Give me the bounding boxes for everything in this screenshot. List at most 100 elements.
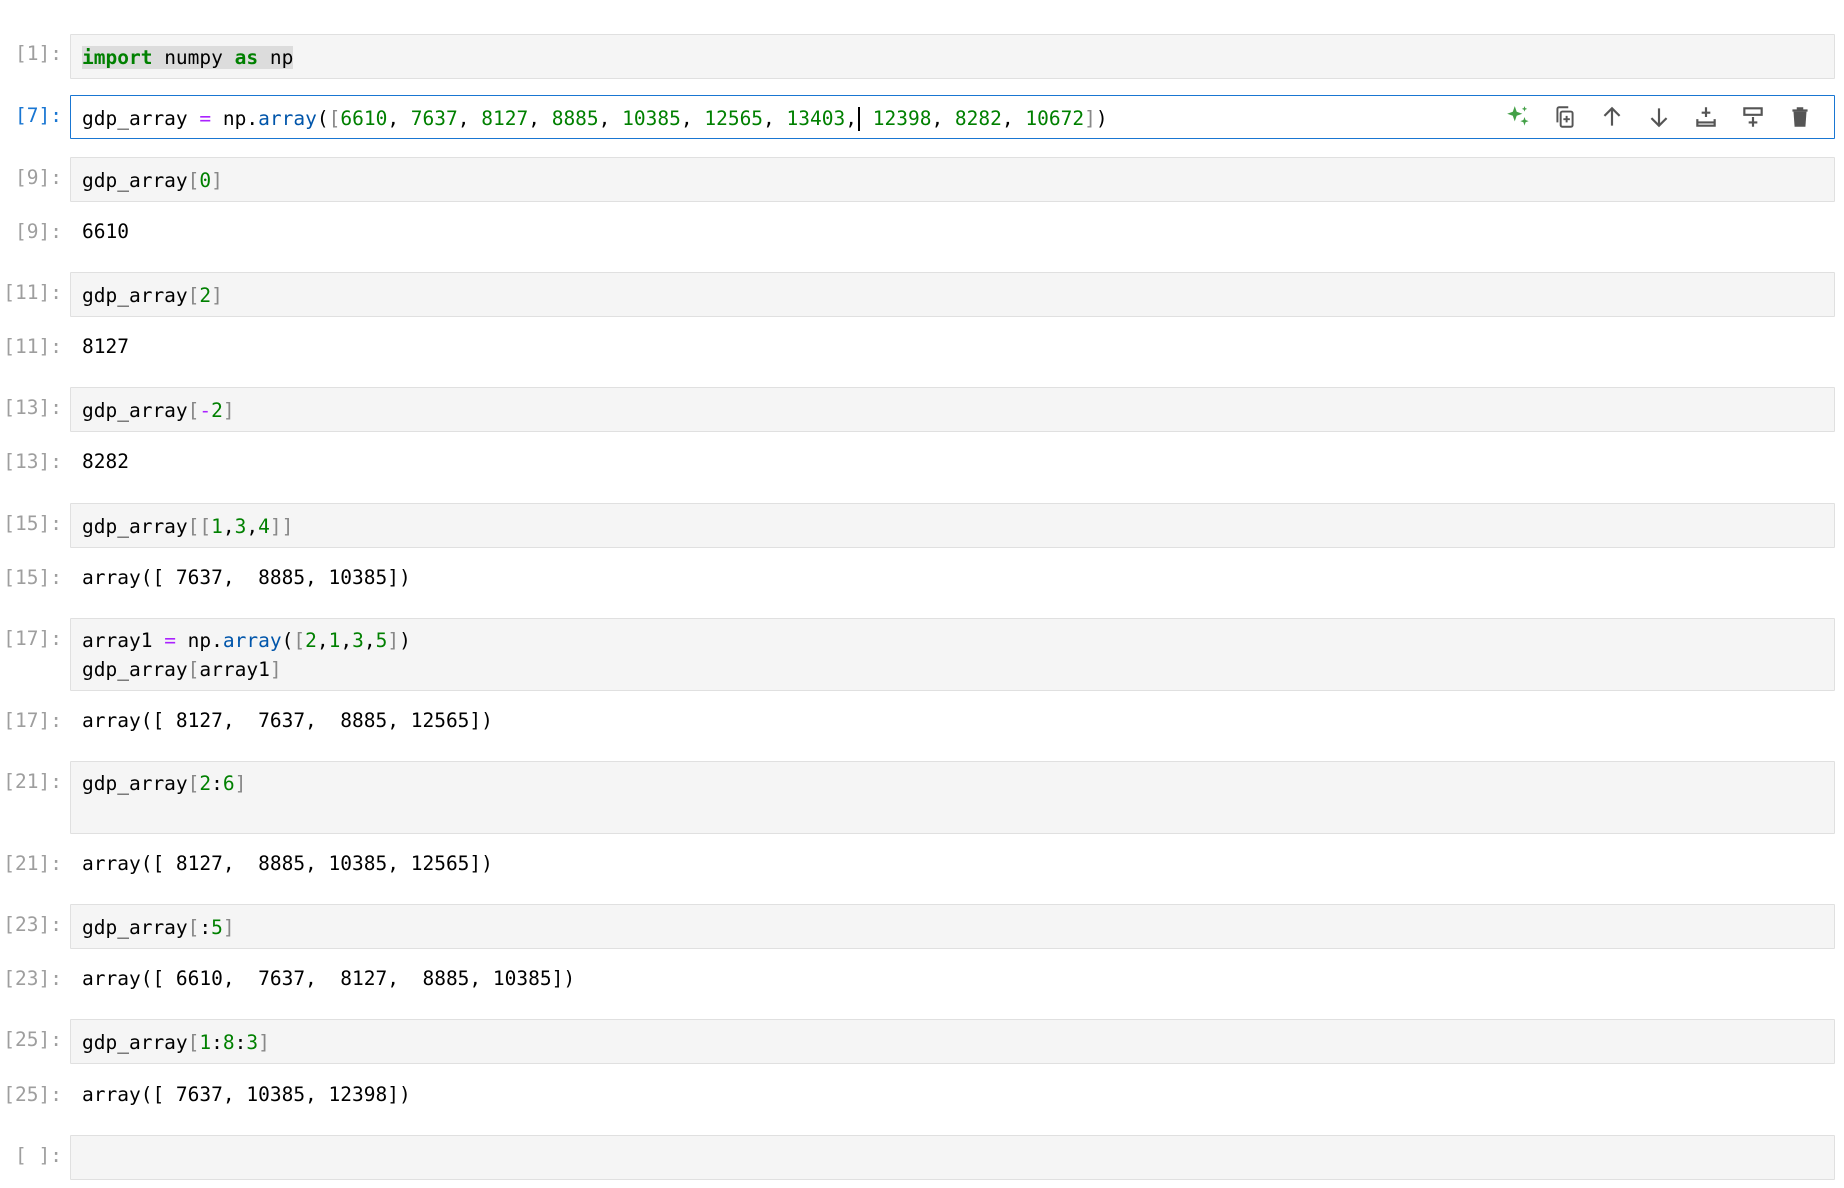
code-token: ] [1084, 106, 1096, 130]
code-input[interactable]: gdp_array[0] [70, 157, 1835, 202]
code-line: gdp_array[-2] [82, 396, 1834, 425]
code-token: , [528, 106, 552, 130]
code-token: [ [328, 106, 341, 130]
code-token: , [680, 106, 705, 130]
move-up-button[interactable] [1595, 101, 1628, 134]
code-token: , [457, 106, 482, 130]
code-token: , [363, 629, 376, 652]
code-token: ( [316, 106, 329, 130]
output-prompt: [25]: [3, 1083, 62, 1106]
delete-cell-icon [1787, 104, 1813, 130]
code-line: gdp_array[0] [82, 166, 1834, 195]
code-token: np [258, 46, 294, 69]
code-token: gdp_array [82, 916, 188, 939]
code-token: gdp_array [82, 772, 188, 795]
code-token: ) [1095, 106, 1108, 130]
code-token: array [222, 629, 282, 652]
code-input[interactable]: gdp_array[:5] [70, 904, 1835, 949]
code-token: 2 [199, 772, 212, 795]
output-prompt: [13]: [3, 450, 62, 473]
code-input[interactable]: gdp_array[[1,3,4]] [70, 503, 1835, 548]
code-token: 12398 [872, 106, 932, 130]
cell-output: 8127 [82, 335, 129, 358]
code-token: ] [234, 772, 247, 795]
code-token: 3 [352, 629, 364, 652]
code-token: ] [258, 1031, 270, 1054]
code-token: 2 [211, 399, 223, 422]
insert-below-icon [1693, 104, 1719, 130]
code-token: ] [211, 169, 223, 192]
code-input[interactable]: gdp_array = np.array([6610, 7637, 8127, … [70, 95, 1835, 139]
code-token: : [211, 772, 223, 795]
code-token: ) [399, 629, 411, 652]
output-prompt: [15]: [3, 566, 62, 589]
code-token: array1 [199, 658, 270, 681]
insert-above-button[interactable] [1736, 101, 1769, 134]
code-token: 8 [222, 1031, 235, 1054]
code-token: 1 [328, 629, 341, 652]
code-token: 5 [211, 916, 223, 939]
code-token: np [211, 106, 247, 130]
code-token: 2 [305, 629, 317, 652]
code-token: , [387, 106, 411, 130]
code-token: ] [387, 629, 400, 652]
code-token: [ [187, 772, 200, 795]
cell-output: array([ 6610, 7637, 8127, 8885, 10385]) [82, 967, 576, 990]
code-token: [ [187, 399, 200, 422]
move-down-button[interactable] [1642, 101, 1675, 134]
input-prompt: [11]: [3, 281, 62, 304]
input-prompt: [23]: [3, 913, 62, 936]
delete-cell-button[interactable] [1783, 101, 1816, 134]
code-token: gdp_array [82, 658, 188, 681]
cell-toolbar [1501, 96, 1816, 138]
output-prompt: [11]: [3, 335, 62, 358]
code-token: 3 [246, 1031, 259, 1054]
move-up-icon [1599, 104, 1625, 130]
code-token: 13403 [786, 106, 846, 130]
code-token: 3 [234, 515, 247, 538]
code-token: = [199, 106, 212, 130]
code-line: gdp_array[2] [82, 281, 1834, 310]
code-line: gdp_array[array1] [82, 655, 1834, 684]
insert-below-button[interactable] [1689, 101, 1722, 134]
code-token: , [222, 515, 235, 538]
code-input[interactable]: gdp_array[2] [70, 272, 1835, 317]
code-token: , [763, 106, 787, 130]
code-input[interactable]: import numpy as np [70, 34, 1835, 79]
code-token: - [199, 399, 212, 422]
code-token: 5 [375, 629, 388, 652]
code-token: 8127 [481, 106, 529, 130]
code-token: 4 [258, 515, 270, 538]
code-token: 10385 [622, 106, 681, 130]
code-input[interactable]: gdp_array[2:6] [70, 761, 1835, 834]
input-prompt: [9]: [15, 166, 62, 189]
code-token: [ [187, 1031, 200, 1054]
code-token: , [340, 629, 353, 652]
code-token: gdp_array [82, 515, 188, 538]
cell-output: array([ 7637, 8885, 10385]) [82, 566, 411, 589]
code-token: numpy [152, 46, 235, 69]
code-token: : [234, 1031, 247, 1054]
code-input[interactable]: gdp_array[-2] [70, 387, 1835, 432]
code-input[interactable]: array1 = np.array([2,1,3,5]) gdp_array[ar… [70, 618, 1835, 691]
code-token: , [931, 106, 955, 130]
code-token: = [164, 629, 176, 652]
code-token: [ [187, 658, 200, 681]
input-prompt: [25]: [3, 1028, 62, 1051]
notebook: [1]: import numpy as np [7]: gdp_array = np… [0, 0, 1844, 1188]
code-input[interactable] [70, 1135, 1835, 1180]
code-token: 1 [199, 1031, 212, 1054]
code-token: 0 [199, 169, 212, 192]
code-input[interactable]: gdp_array[1:8:3] [70, 1019, 1835, 1064]
duplicate-cell-icon [1552, 104, 1578, 130]
duplicate-cell-button[interactable] [1548, 101, 1581, 134]
code-token: gdp_array [82, 1031, 188, 1054]
input-prompt: [21]: [3, 770, 62, 793]
sparkle-assistant-button[interactable] [1501, 101, 1534, 134]
input-prompt: [17]: [3, 627, 62, 650]
code-token: ] [222, 399, 235, 422]
code-token: ] [211, 284, 223, 307]
output-prompt: [23]: [3, 967, 62, 990]
code-token: as [234, 46, 259, 69]
